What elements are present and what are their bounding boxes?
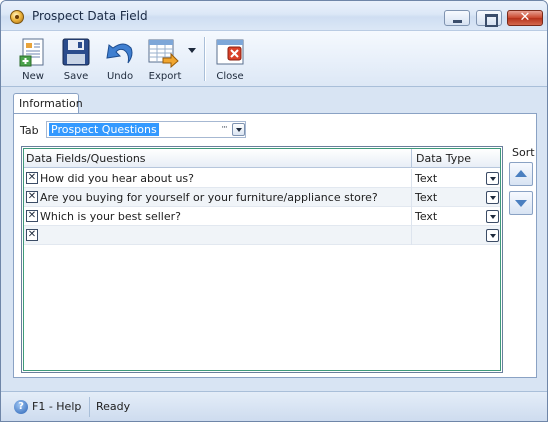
floppy-disk-icon xyxy=(62,38,90,66)
tab-strip: Information xyxy=(13,93,535,114)
sort-up-button[interactable] xyxy=(509,162,533,186)
data-type-dropdown-button[interactable] xyxy=(486,191,499,204)
app-logo-icon xyxy=(10,10,24,24)
tab-select-value: Prospect Questions xyxy=(49,123,159,136)
undo-label: Undo xyxy=(106,71,134,82)
tab-field-label: Tab xyxy=(20,124,39,137)
title-bar: Prospect Data Field ✕ xyxy=(1,1,547,31)
sort-label: Sort xyxy=(512,146,535,159)
question-cell[interactable]: Which is your best seller? xyxy=(40,210,181,223)
toolbar: New Save Undo Export Close xyxy=(1,31,547,87)
delete-row-icon[interactable]: ✕ xyxy=(26,229,38,241)
grid-header: Data Fields/Questions Data Type xyxy=(24,149,500,168)
toolbar-separator xyxy=(204,37,205,81)
cell-divider xyxy=(411,169,412,188)
tab-select[interactable]: Prospect Questions ··· xyxy=(46,121,246,138)
status-help-text[interactable]: F1 - Help xyxy=(32,400,81,413)
undo-button[interactable]: Undo xyxy=(102,33,138,85)
cell-divider xyxy=(411,207,412,226)
new-row[interactable]: ✕ xyxy=(24,226,500,245)
data-type-dropdown-button[interactable] xyxy=(486,229,499,242)
close-window-icon xyxy=(216,39,244,65)
column-divider xyxy=(411,149,412,168)
close-button[interactable]: Close xyxy=(212,33,248,85)
delete-row-icon[interactable]: ✕ xyxy=(26,210,38,222)
export-label: Export xyxy=(148,71,182,82)
data-type-dropdown-button[interactable] xyxy=(486,210,499,223)
maximize-button[interactable] xyxy=(476,10,502,27)
chevron-down-icon xyxy=(188,48,196,53)
question-cell[interactable]: Are you buying for yourself or your furn… xyxy=(40,191,378,204)
data-type-cell[interactable]: Text xyxy=(415,210,437,223)
tab-select-dropdown-button[interactable] xyxy=(232,123,245,136)
delete-row-icon[interactable]: ✕ xyxy=(26,172,38,184)
new-label: New xyxy=(22,71,44,82)
cell-divider xyxy=(411,188,412,207)
data-type-cell[interactable]: Text xyxy=(415,191,437,204)
spreadsheet-export-icon xyxy=(148,39,179,68)
information-panel: Tab Prospect Questions ··· Data Fields/Q… xyxy=(13,113,537,378)
minimize-button[interactable] xyxy=(444,10,470,26)
close-x-icon: ✕ xyxy=(519,10,531,25)
data-type-cell[interactable]: Text xyxy=(415,172,437,185)
table-row[interactable]: ✕ How did you hear about us? Text xyxy=(24,169,500,188)
status-ready-text: Ready xyxy=(96,400,131,413)
tab-information-label: Information xyxy=(19,97,83,110)
status-separator xyxy=(89,397,90,417)
grid-body: Data Fields/Questions Data Type ✕ How di… xyxy=(23,148,501,371)
tab-information[interactable]: Information xyxy=(13,93,83,114)
new-button[interactable]: New xyxy=(15,33,51,85)
cell-divider xyxy=(411,226,412,245)
ellipsis-button[interactable]: ··· xyxy=(217,122,231,137)
save-button[interactable]: Save xyxy=(58,33,94,85)
delete-row-icon[interactable]: ✕ xyxy=(26,191,38,203)
question-cell[interactable]: How did you hear about us? xyxy=(40,172,194,185)
sort-down-button[interactable] xyxy=(509,191,533,215)
close-label: Close xyxy=(216,71,244,82)
prospect-data-field-window: Prospect Data Field ✕ New Save Undo Expo… xyxy=(0,0,548,422)
data-fields-grid: Data Fields/Questions Data Type ✕ How di… xyxy=(21,146,503,373)
status-bar: ? F1 - Help Ready xyxy=(1,391,547,421)
window-title: Prospect Data Field xyxy=(32,9,148,23)
export-button[interactable]: Export xyxy=(143,33,187,85)
new-document-icon xyxy=(19,38,44,67)
save-label: Save xyxy=(63,71,89,82)
window-close-button[interactable]: ✕ xyxy=(507,10,543,26)
undo-arrow-icon xyxy=(106,43,133,64)
column-header-data-type[interactable]: Data Type xyxy=(416,152,471,165)
data-type-dropdown-button[interactable] xyxy=(486,172,499,185)
export-dropdown-button[interactable] xyxy=(185,33,199,85)
table-row[interactable]: ✕ Are you buying for yourself or your fu… xyxy=(24,188,500,207)
column-header-questions[interactable]: Data Fields/Questions xyxy=(26,152,146,165)
help-question-icon[interactable]: ? xyxy=(14,400,28,414)
table-row[interactable]: ✕ Which is your best seller? Text xyxy=(24,207,500,226)
